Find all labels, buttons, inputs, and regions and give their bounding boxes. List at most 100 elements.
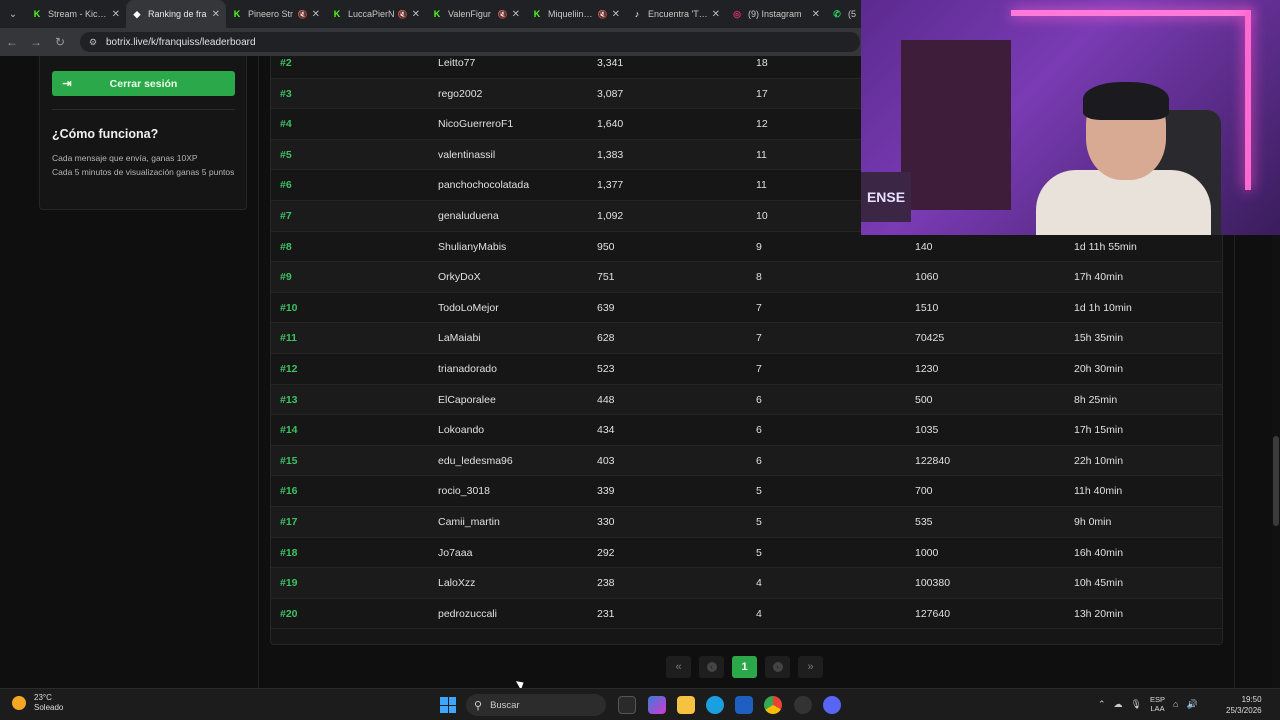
points-cell: 70425: [915, 332, 945, 345]
username-cell: LaMaiabi: [438, 332, 481, 345]
tab-title: (9) Instagram: [748, 9, 802, 19]
close-icon[interactable]: ✕: [112, 9, 120, 20]
table-row: #20 pedrozuccali 231 4 127640 13h 20min: [271, 599, 1222, 630]
task-view-icon[interactable]: [618, 696, 636, 714]
scrollbar-thumb[interactable]: [1273, 436, 1279, 526]
chevron-up-icon[interactable]: ⌃: [1098, 699, 1106, 710]
points-cell: 700: [915, 485, 933, 498]
clock-date: 25/3/2026: [1226, 706, 1262, 715]
language-indicator[interactable]: ESP LAA: [1150, 695, 1165, 713]
watchtime-cell: 13h 20min: [1074, 607, 1124, 620]
page-1-button[interactable]: 1: [732, 656, 757, 678]
username-cell: ElCaporalee: [438, 393, 496, 406]
points-cell: 140: [915, 240, 933, 253]
instagram-icon: ◎: [733, 8, 741, 19]
clock[interactable]: 19:50 25/3/2026: [1226, 694, 1262, 716]
watchtime-cell: 16h 40min: [1074, 546, 1124, 559]
logout-label: Cerrar sesión: [109, 77, 178, 90]
table-row: #17 Camii_martin 330 5 535 9h 0min: [271, 507, 1222, 538]
username-cell: LaloXzz: [438, 577, 476, 590]
close-icon[interactable]: ✕: [612, 9, 620, 20]
close-icon[interactable]: ✕: [812, 9, 820, 20]
rank-cell: #12: [280, 363, 298, 375]
close-icon[interactable]: ✕: [412, 9, 420, 20]
webcam-sign: ENSE: [861, 172, 911, 222]
next-page-button[interactable]: ›: [765, 656, 790, 678]
username-cell: valentinassil: [438, 148, 496, 161]
how-it-works-line: Cada 5 minutos de visualización ganas 5 …: [52, 167, 235, 177]
tab-search-chevron-icon[interactable]: ⌄: [0, 0, 26, 28]
browser-tab[interactable]: K Stream - Kick D ✕: [26, 0, 126, 28]
mute-icon[interactable]: 🔇: [598, 10, 608, 19]
xp-cell: 231: [597, 607, 615, 620]
prev-page-button[interactable]: ‹: [699, 656, 724, 678]
browser-tab[interactable]: K ValenFigur 🔇 ✕: [426, 0, 526, 28]
mute-icon[interactable]: 🔇: [298, 10, 308, 19]
mute-icon[interactable]: 🔇: [498, 10, 508, 19]
search-icon: ⚲: [474, 699, 483, 712]
windows-start-icon[interactable]: [440, 697, 456, 713]
url-bar[interactable]: ⚙ botrix.live/k/franquiss/leaderboard: [80, 32, 860, 52]
reload-icon[interactable]: ↻: [48, 28, 72, 56]
browser-tab[interactable]: K Pineero Str 🔇 ✕: [226, 0, 326, 28]
browser-tab[interactable]: ◎ (9) Instagram ✕: [726, 0, 826, 28]
copilot-icon[interactable]: [648, 696, 666, 714]
close-icon[interactable]: ✕: [712, 9, 720, 20]
level-cell: 11: [756, 179, 767, 192]
browser-tab[interactable]: K LuccaPierN 🔇 ✕: [326, 0, 426, 28]
wifi-icon[interactable]: ⌂: [1173, 699, 1178, 709]
weather-text: 23°C Soleado: [34, 693, 63, 713]
last-page-button[interactable]: »: [798, 656, 823, 678]
kick-icon: K: [433, 9, 441, 19]
url-text[interactable]: botrix.live/k/franquiss/leaderboard: [106, 37, 256, 48]
level-cell: 5: [756, 546, 762, 559]
points-cell: 1510: [915, 301, 939, 314]
level-cell: 11: [756, 148, 767, 161]
microphone-icon[interactable]: 🎙: [1131, 699, 1142, 710]
points-cell: 1060: [915, 271, 939, 284]
language-code: ESP: [1149, 695, 1165, 704]
xp-cell: 238: [597, 577, 615, 590]
browser-tab[interactable]: ♪ Encuentra 'TOI ✕: [626, 0, 726, 28]
webcam-overlay: ENSE: [861, 0, 1280, 235]
mute-icon[interactable]: 🔇: [398, 10, 408, 19]
site-info-icon[interactable]: ⚙: [88, 37, 98, 47]
webcam-shelf: [901, 40, 1011, 210]
obs-icon[interactable]: [794, 696, 812, 714]
first-page-button[interactable]: «: [666, 656, 691, 678]
tab-title: Pineero Str: [248, 9, 294, 19]
chrome-icon[interactable]: [764, 696, 782, 714]
username-cell: Jo7aaa: [438, 546, 473, 559]
browser-tab[interactable]: K Miqueliin Strea🔇 ✕: [526, 0, 626, 28]
table-row: #8 ShulianyMabis 950 9 140 1d 11h 55min: [271, 232, 1222, 263]
level-cell: 12: [756, 118, 768, 131]
level-cell: 7: [756, 332, 762, 345]
forward-arrow-icon[interactable]: →: [24, 28, 48, 56]
taskbar-search[interactable]: ⚲ Buscar: [466, 694, 606, 716]
points-cell: 1035: [915, 424, 939, 437]
close-icon[interactable]: ✕: [512, 9, 520, 20]
username-cell: panchochocolatada: [438, 179, 530, 192]
sign-out-icon: ⇥: [62, 78, 72, 90]
weather-widget[interactable]: 23°C Soleado: [12, 693, 63, 713]
network-icon[interactable]: ☁: [1114, 699, 1123, 710]
edge-icon[interactable]: [706, 696, 724, 714]
weather-desc: Soleado: [34, 703, 64, 712]
username-cell: Lokoando: [438, 424, 485, 437]
file-explorer-icon[interactable]: [677, 696, 695, 714]
level-cell: 6: [756, 424, 762, 437]
points-cell: 127640: [915, 607, 951, 620]
username-cell: trianadorado: [438, 363, 497, 375]
volume-icon[interactable]: 🔊: [1186, 699, 1197, 710]
tab-title: Stream - Kick D: [48, 9, 108, 19]
rank-cell: #20: [280, 607, 298, 620]
logout-button[interactable]: ⇥ Cerrar sesión: [52, 71, 235, 96]
rank-cell: #9: [280, 271, 292, 284]
discord-icon[interactable]: [823, 696, 841, 714]
close-icon[interactable]: ✕: [212, 9, 220, 20]
kick-icon: K: [333, 9, 341, 19]
back-arrow-icon[interactable]: ←: [0, 28, 24, 56]
browser-tab[interactable]: ◆ Ranking de fra ✕: [126, 0, 226, 28]
close-icon[interactable]: ✕: [312, 9, 320, 20]
store-icon[interactable]: [735, 696, 753, 714]
